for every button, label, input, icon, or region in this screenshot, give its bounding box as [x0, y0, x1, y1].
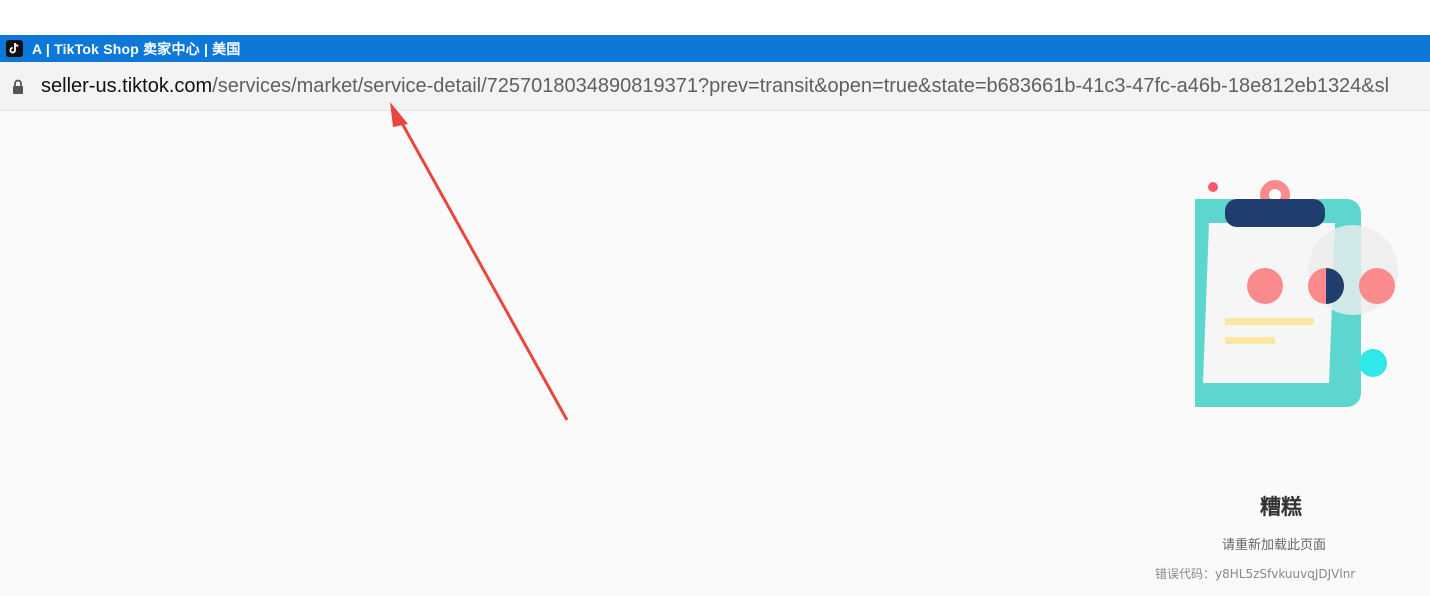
annotation-arrow	[390, 102, 569, 421]
